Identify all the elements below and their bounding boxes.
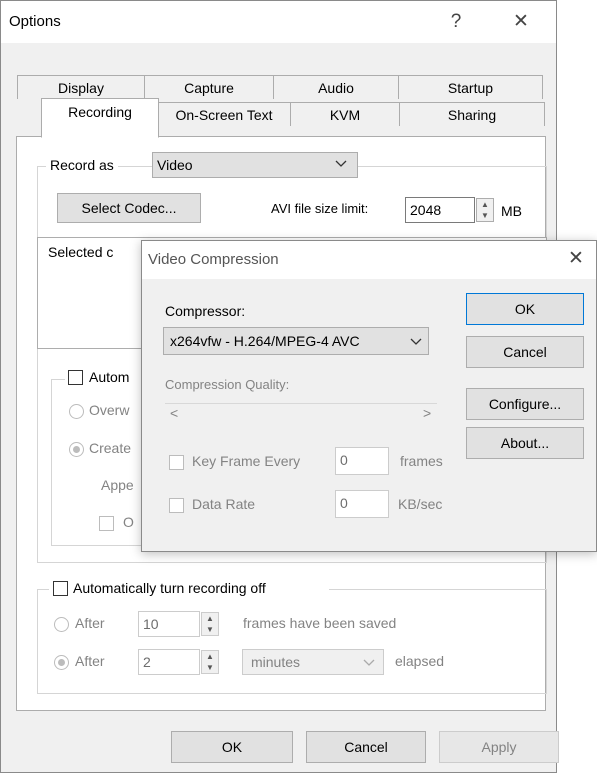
compressor-label: Compressor: — [165, 303, 246, 319]
selected-codec-text: Selected c — [48, 244, 114, 260]
chevron-down-icon — [333, 155, 349, 174]
auto-off-label: Automatically turn recording off — [73, 580, 266, 596]
append-label: Appe — [101, 477, 134, 493]
data-rate-checkbox[interactable] — [169, 498, 184, 513]
auto-checkbox[interactable] — [68, 370, 83, 385]
auto-off-checkbox[interactable] — [53, 581, 68, 596]
vc-cancel-button[interactable]: Cancel — [466, 336, 584, 368]
configure-button[interactable]: Configure... — [466, 388, 584, 420]
spin-up-icon[interactable]: ▲ — [202, 651, 218, 662]
after-minutes-unit: minutes — [251, 654, 301, 670]
overwrite-label: Overw — [89, 402, 130, 418]
tab-audio[interactable]: Audio — [273, 75, 399, 99]
select-codec-button[interactable]: Select Codec... — [57, 193, 201, 223]
tab-display[interactable]: Display — [17, 75, 145, 99]
chevron-down-icon — [361, 654, 377, 673]
tab-kvm[interactable]: KVM — [290, 102, 400, 126]
data-rate-unit: KB/sec — [398, 496, 443, 512]
avi-limit-unit: MB — [501, 203, 522, 219]
after-frames-label: After — [75, 615, 105, 631]
overwrite-radio[interactable] — [69, 404, 84, 419]
data-rate-label: Data Rate — [192, 496, 256, 512]
tab-sharing[interactable]: Sharing — [399, 102, 545, 126]
create-radio[interactable] — [69, 442, 84, 457]
quality-label: Compression Quality: — [165, 377, 290, 392]
tab-capture[interactable]: Capture — [144, 75, 274, 99]
key-frame-input[interactable]: 0 — [335, 447, 389, 475]
tab-startup[interactable]: Startup — [398, 75, 543, 99]
create-label: Create — [89, 440, 132, 456]
ok-button[interactable]: OK — [171, 731, 293, 763]
spin-up-icon[interactable]: ▲ — [202, 613, 218, 624]
after-frames-suffix: frames have been saved — [243, 615, 397, 631]
scroll-right-icon[interactable]: > — [423, 405, 431, 421]
close-button[interactable]: ✕ — [498, 5, 544, 39]
options-titlebar: Options ? ✕ — [1, 1, 556, 43]
after-minutes-suffix: elapsed — [395, 653, 445, 669]
compressor-combo[interactable]: x264vfw - H.264/MPEG-4 AVC — [163, 327, 429, 355]
sub-checkbox-label: O — [123, 514, 134, 530]
after-minutes-combo[interactable]: minutes — [242, 649, 384, 675]
auto-off-group — [37, 589, 547, 694]
vc-title: Video Compression — [148, 251, 279, 268]
vc-titlebar: Video Compression ✕ — [142, 241, 596, 279]
sub-checkbox[interactable] — [99, 516, 114, 531]
key-frame-label: Key Frame Every — [192, 453, 301, 469]
auto-header: Autom — [65, 369, 151, 387]
after-minutes-input[interactable]: 2 — [138, 649, 200, 675]
avi-limit-label: AVI file size limit: — [271, 201, 369, 216]
record-as-combo[interactable]: Video — [152, 152, 358, 178]
quality-slider[interactable]: < > — [165, 403, 437, 424]
help-button[interactable]: ? — [433, 5, 479, 39]
spin-down-icon[interactable]: ▼ — [202, 662, 218, 673]
compressor-value: x264vfw - H.264/MPEG-4 AVC — [170, 333, 360, 349]
about-button[interactable]: About... — [466, 427, 584, 459]
key-frame-unit: frames — [400, 453, 443, 469]
key-frame-checkbox[interactable] — [169, 455, 184, 470]
apply-button[interactable]: Apply — [439, 731, 559, 763]
after-frames-input[interactable]: 10 — [138, 611, 200, 637]
vc-ok-button[interactable]: OK — [466, 293, 584, 325]
scroll-left-icon[interactable]: < — [170, 405, 178, 421]
vc-close-button[interactable]: ✕ — [568, 247, 584, 270]
record-as-value: Video — [157, 157, 193, 173]
spin-down-icon[interactable]: ▼ — [202, 624, 218, 635]
spin-up-icon[interactable]: ▲ — [477, 199, 493, 210]
video-compression-dialog: Video Compression ✕ Compressor: x264vfw … — [141, 240, 597, 552]
after-minutes-label: After — [75, 653, 105, 669]
record-as-label: Record as — [46, 157, 118, 173]
chevron-down-icon — [408, 333, 424, 352]
auto-off-header: Automatically turn recording off — [49, 579, 329, 599]
after-minutes-spinner[interactable]: ▲ ▼ — [201, 650, 219, 674]
after-frames-radio[interactable] — [54, 617, 69, 632]
tab-recording[interactable]: Recording — [41, 98, 159, 138]
data-rate-input[interactable]: 0 — [335, 490, 389, 518]
avi-limit-spinner[interactable]: ▲ ▼ — [476, 198, 494, 222]
after-minutes-radio[interactable] — [54, 655, 69, 670]
cancel-button[interactable]: Cancel — [306, 731, 426, 763]
tab-on-screen-text[interactable]: On-Screen Text — [157, 102, 291, 126]
spin-down-icon[interactable]: ▼ — [477, 210, 493, 221]
avi-limit-input[interactable]: 2048 — [405, 197, 475, 223]
options-title: Options — [9, 13, 61, 30]
after-frames-spinner[interactable]: ▲ ▼ — [201, 612, 219, 636]
auto-label: Autom — [89, 369, 130, 385]
